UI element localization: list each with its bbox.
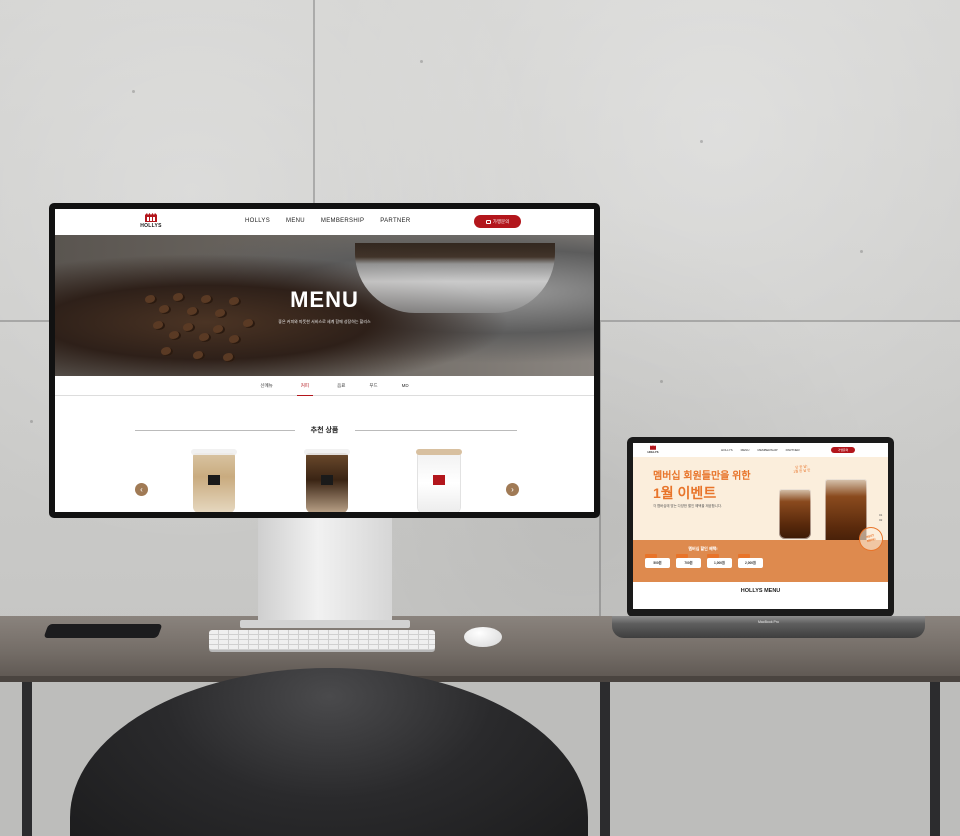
- nav-item-partner[interactable]: PARTNER: [380, 218, 410, 224]
- coffee-bean: [213, 325, 225, 334]
- carousel-prev-button[interactable]: ‹: [135, 483, 148, 496]
- desktop-monitor: HOLLYS HOLLYS MENU MEMBERSHIP PARTNER 가맹…: [49, 203, 600, 518]
- event-description: 각 멤버십에 맞는 다양한 할인 혜택을 제공합니다.: [653, 504, 722, 508]
- tab-md[interactable]: MD: [402, 376, 409, 396]
- discount-chip: 1,000원: [707, 554, 732, 568]
- product-hot-coffee[interactable]: [416, 449, 462, 512]
- iced-americano-glass: [779, 489, 811, 539]
- monitor-stand: [258, 515, 392, 623]
- page-title: MENU: [290, 287, 359, 312]
- monitor-screen: HOLLYS HOLLYS MENU MEMBERSHIP PARTNER 가맹…: [55, 209, 594, 512]
- logo-text: HOLLYS: [647, 450, 659, 454]
- hero-banner: MENU 좋은 커피와 따뜻한 서비스로 세계 함께 성장하는 할리스: [55, 235, 594, 376]
- site-header: HOLLYS HOLLYS MENU MEMBERSHIP PARTNER 가맹…: [55, 209, 594, 235]
- discount-value: 2,000원: [745, 561, 756, 565]
- laptop-screen: HOLLYS HOLLYS MENU MEMBERSHIP PARTNER 가맹…: [633, 443, 888, 609]
- nav-item-partner[interactable]: PARTNER: [786, 448, 800, 452]
- hollys-logo[interactable]: HOLLYS: [647, 445, 659, 454]
- chip-tag: [707, 554, 719, 558]
- cup-logo: [208, 475, 220, 485]
- main-nav: HOLLYS MENU MEMBERSHIP PARTNER: [245, 218, 410, 224]
- arrow-right-icon: ›: [511, 485, 514, 494]
- slide-indicator: 01 02: [879, 513, 882, 523]
- stamp-line: MENU: [866, 536, 877, 544]
- tab-coffee[interactable]: 커피: [296, 376, 314, 396]
- tab-new-menu[interactable]: 신메뉴: [260, 376, 272, 396]
- chip-tag: [645, 554, 657, 558]
- nav-item-menu[interactable]: MENU: [741, 448, 750, 452]
- cup-lid: [191, 449, 237, 455]
- coffee-bean: [229, 335, 241, 344]
- tab-food[interactable]: 푸드: [369, 376, 377, 396]
- hero-subtitle: 좋은 커피와 따뜻한 서비스로 세계 함께 성장하는 할리스: [278, 319, 371, 324]
- product-iced-latte[interactable]: [191, 449, 237, 512]
- event-title: 멤버십 회원들만을 위한: [653, 471, 751, 482]
- discount-value: 500원: [653, 561, 662, 565]
- cup-lid: [304, 449, 350, 455]
- handwritten-note: 단 한 달! 1월 한 달 만: [793, 464, 811, 474]
- franchise-inquiry-button[interactable]: 가맹문의: [474, 215, 521, 228]
- coffee-bean: [199, 333, 211, 342]
- discount-chips: 500원 700원 1,000원 2,000원: [645, 554, 763, 568]
- coffee-bean: [169, 331, 181, 340]
- coffee-bean: [223, 353, 235, 362]
- product-iced-coffee[interactable]: [304, 449, 350, 512]
- cup-lid: [416, 449, 462, 455]
- chip-tag: [676, 554, 688, 558]
- chip-tag: [738, 554, 750, 558]
- cup-logo: [433, 475, 445, 485]
- laptop-site-header: HOLLYS HOLLYS MENU MEMBERSHIP PARTNER 가맹…: [633, 443, 888, 457]
- handwritten-note-line: 1월 한 달 만: [793, 468, 811, 474]
- logo-text: HOLLYS: [140, 223, 162, 229]
- menu-category-tabs: 신메뉴 커피 음료 푸드 MD: [55, 376, 594, 396]
- wall-pit: [700, 140, 703, 143]
- discount-chip: 700원: [676, 554, 701, 568]
- desk-leg: [600, 682, 610, 836]
- laptop-model-label: MacBook Pro: [757, 620, 779, 624]
- coffee-bean: [161, 347, 173, 356]
- franchise-inquiry-label: 가맹문의: [492, 218, 510, 224]
- nav-item-membership[interactable]: MEMBERSHIP: [321, 218, 364, 224]
- nav-item-membership[interactable]: MEMBERSHIP: [757, 448, 777, 452]
- wall-pit: [30, 420, 33, 423]
- store-icon: [485, 219, 491, 224]
- nav-item-hollys[interactable]: HOLLYS: [245, 218, 270, 224]
- nav-item-hollys[interactable]: HOLLYS: [721, 448, 733, 452]
- keyboard: [209, 630, 435, 650]
- coffee-bean: [193, 351, 205, 360]
- wall-pit: [860, 250, 863, 253]
- membership-discount-band: 멤버십 할인 혜택! 500원 700원 1,000원 2,000원: [633, 540, 888, 582]
- laptop-main-nav: HOLLYS MENU MEMBERSHIP PARTNER: [721, 448, 800, 452]
- event-title-month: 1월 이벤트: [653, 485, 717, 501]
- tab-beverage[interactable]: 음료: [337, 376, 345, 396]
- discount-value: 1,000원: [714, 561, 725, 565]
- wall-pit: [660, 380, 663, 383]
- hollys-menu-title: HOLLYS MENU: [740, 588, 781, 594]
- monitor-foot: [240, 620, 410, 628]
- carousel-next-button[interactable]: ›: [506, 483, 519, 496]
- discount-chip: 2,000원: [738, 554, 763, 568]
- slide-number[interactable]: 02: [879, 518, 882, 523]
- desk-leg: [930, 682, 940, 836]
- laptop: HOLLYS HOLLYS MENU MEMBERSHIP PARTNER 가맹…: [627, 437, 894, 617]
- hollys-logo[interactable]: HOLLYS: [139, 213, 163, 229]
- wall-seam: [313, 0, 315, 205]
- event-banner: 멤버십 회원들만을 위한 1월 이벤트 각 멤버십에 맞는 다양한 할인 혜택을…: [633, 457, 888, 549]
- mouse: [464, 627, 502, 647]
- recommended-title: 추천 상품: [310, 427, 339, 434]
- desk-leg: [22, 682, 32, 836]
- discount-value: 700원: [684, 561, 693, 565]
- discount-chip: 500원: [645, 554, 670, 568]
- smartphone: [43, 624, 163, 638]
- laptop-base: MacBook Pro: [612, 616, 925, 638]
- arrow-left-icon: ‹: [140, 485, 143, 494]
- nav-item-menu[interactable]: MENU: [286, 218, 305, 224]
- cup-logo: [321, 475, 333, 485]
- band-title: 멤버십 할인 혜택!: [688, 546, 718, 551]
- wall-pit: [420, 60, 423, 63]
- franchise-inquiry-button[interactable]: 가맹문의: [831, 447, 855, 453]
- crown-icon: [145, 213, 157, 222]
- wall-pit: [132, 90, 135, 93]
